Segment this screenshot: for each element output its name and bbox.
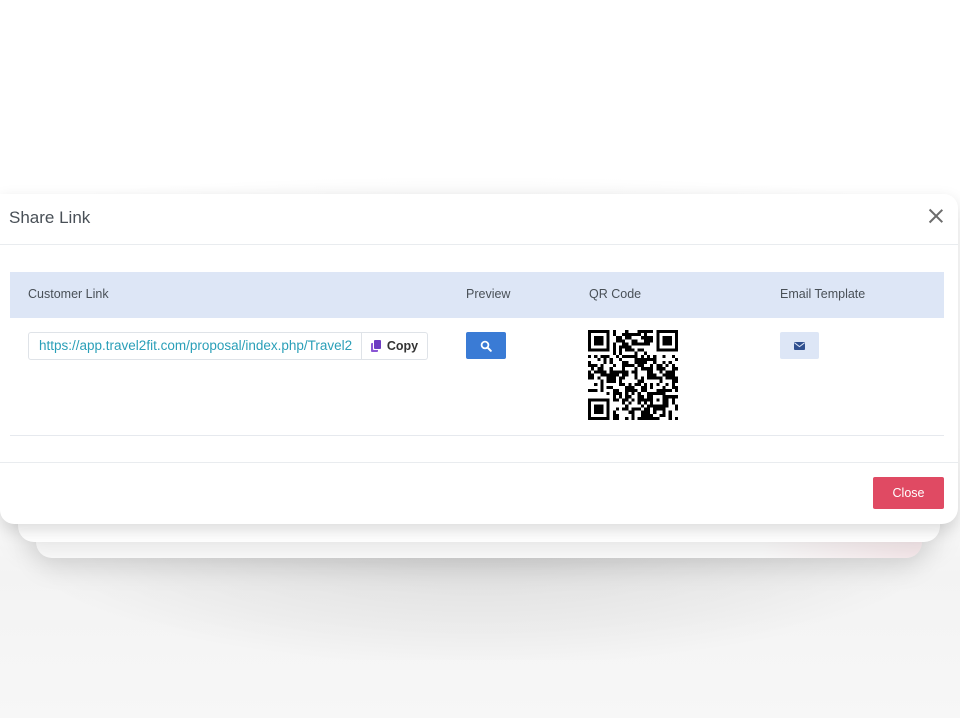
close-button[interactable]: Close — [873, 477, 944, 509]
qr-code — [588, 330, 678, 420]
customer-link-group: https://app.travel2fit.com/proposal/inde… — [28, 332, 428, 360]
close-icon[interactable] — [926, 206, 946, 226]
customer-link-input[interactable]: https://app.travel2fit.com/proposal/inde… — [28, 332, 362, 360]
search-icon — [480, 340, 492, 352]
share-link-modal: Share Link Customer Link Preview QR Code… — [0, 194, 958, 524]
copy-icon — [370, 339, 383, 353]
modal-title: Share Link — [9, 208, 91, 227]
table-row: https://app.travel2fit.com/proposal/inde… — [10, 318, 944, 436]
modal-footer: Close — [0, 462, 958, 524]
header-customer-link: Customer Link — [28, 287, 109, 301]
preview-button[interactable] — [466, 332, 506, 359]
email-template-button[interactable] — [780, 332, 819, 359]
header-email-template: Email Template — [780, 287, 866, 301]
table-header: Customer Link Preview QR Code Email Temp… — [10, 272, 944, 318]
copy-button-label: Copy — [386, 339, 419, 353]
share-link-table: Customer Link Preview QR Code Email Temp… — [10, 272, 944, 436]
copy-button[interactable]: Copy — [362, 332, 428, 360]
qr-code-image — [588, 330, 678, 425]
page-background: Share Link Customer Link Preview QR Code… — [0, 0, 960, 718]
header-qr-code: QR Code — [589, 287, 642, 301]
modal-header: Share Link — [0, 194, 958, 245]
modal-ground-shadow — [40, 540, 920, 660]
header-preview: Preview — [466, 287, 511, 301]
envelope-icon — [794, 341, 805, 350]
